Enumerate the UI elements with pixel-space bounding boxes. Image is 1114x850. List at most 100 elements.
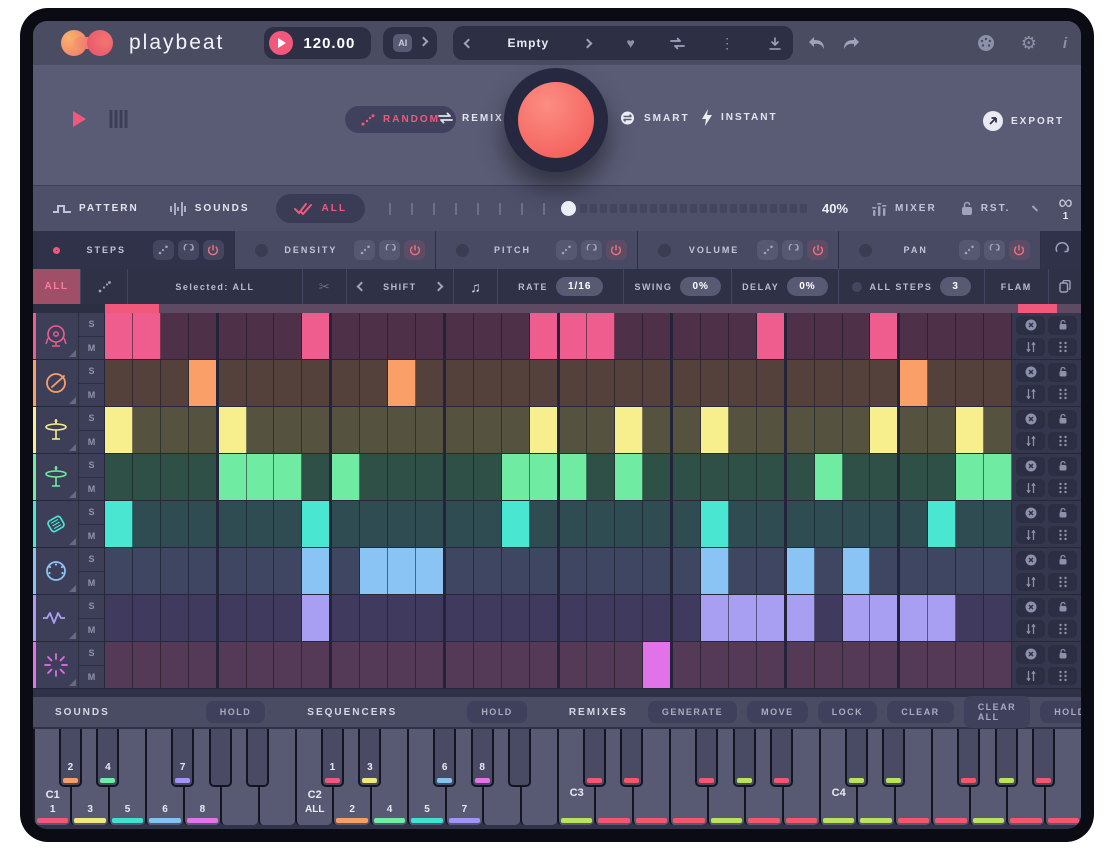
shift-right-icon[interactable]	[433, 282, 443, 292]
step-5-active[interactable]	[219, 454, 247, 500]
swing-value[interactable]: 0%	[680, 277, 720, 296]
step-24[interactable]	[757, 454, 787, 500]
step-29[interactable]	[900, 407, 928, 453]
all-steps-control[interactable]: ALL STEPS 3	[839, 269, 985, 304]
step-15[interactable]	[502, 407, 530, 453]
step-3[interactable]	[161, 313, 189, 359]
tab-refresh-icon[interactable]	[379, 240, 400, 260]
step-32-active[interactable]	[984, 454, 1012, 500]
tab-refresh-icon[interactable]	[178, 240, 199, 260]
track-expand-triangle[interactable]	[69, 397, 76, 404]
step-15[interactable]	[502, 313, 530, 359]
track-clear-button[interactable]	[1016, 363, 1045, 382]
step-16[interactable]	[530, 642, 560, 688]
favorite-heart-icon[interactable]: ♥	[626, 36, 634, 50]
mute-button[interactable]: M	[79, 431, 104, 454]
step-13[interactable]	[446, 595, 474, 641]
tab-randomize-icon[interactable]	[153, 240, 174, 260]
step-27[interactable]	[843, 360, 871, 406]
step-20[interactable]	[643, 407, 673, 453]
step-16[interactable]	[530, 595, 560, 641]
track-options-button[interactable]	[1048, 573, 1077, 592]
step-26[interactable]	[815, 595, 843, 641]
step-4[interactable]	[189, 454, 219, 500]
track-lock-button[interactable]	[1048, 457, 1077, 476]
bpm-value[interactable]: 120.00	[303, 35, 355, 52]
track-expand-triangle[interactable]	[69, 491, 76, 498]
black-key[interactable]: 2	[59, 729, 82, 787]
step-1[interactable]	[105, 548, 133, 594]
step-21[interactable]	[673, 454, 701, 500]
track-options-button[interactable]	[1048, 338, 1077, 357]
step-8[interactable]	[302, 642, 332, 688]
black-key[interactable]: 6	[433, 729, 456, 787]
step-19-active[interactable]	[615, 454, 643, 500]
step-11[interactable]	[388, 313, 416, 359]
track-fader-button[interactable]	[1016, 479, 1045, 498]
step-28-active[interactable]	[870, 595, 900, 641]
tab-volume[interactable]: VOLUME	[638, 231, 839, 269]
step-24-active[interactable]	[757, 313, 787, 359]
mute-button[interactable]: M	[79, 478, 104, 501]
step-19[interactable]	[615, 501, 643, 547]
step-3[interactable]	[161, 360, 189, 406]
step-31[interactable]	[956, 313, 984, 359]
track-button-cymbal[interactable]	[33, 454, 79, 500]
black-key[interactable]: 7	[171, 729, 194, 787]
step-27-active[interactable]	[843, 595, 871, 641]
track-button-wave[interactable]	[33, 595, 79, 641]
tab-pan[interactable]: PAN	[839, 231, 1040, 269]
solo-button[interactable]: S	[79, 407, 104, 431]
step-13[interactable]	[446, 501, 474, 547]
step-16[interactable]	[530, 548, 560, 594]
step-25[interactable]	[787, 501, 815, 547]
track-button-kick[interactable]	[33, 313, 79, 359]
track-expand-triangle[interactable]	[69, 444, 76, 451]
step-5-active[interactable]	[219, 407, 247, 453]
step-10[interactable]	[360, 407, 388, 453]
step-12[interactable]	[416, 595, 446, 641]
track-button-shaker[interactable]	[33, 501, 79, 547]
track-options-button[interactable]	[1048, 385, 1077, 404]
step-4[interactable]	[189, 595, 219, 641]
step-28-active[interactable]	[870, 313, 900, 359]
track-button-snare[interactable]	[33, 360, 79, 406]
step-6[interactable]	[247, 313, 275, 359]
step-21[interactable]	[673, 548, 701, 594]
step-32[interactable]	[984, 595, 1012, 641]
info-icon[interactable]: i	[1063, 35, 1067, 52]
step-32[interactable]	[984, 407, 1012, 453]
step-22[interactable]	[701, 313, 729, 359]
step-1-active[interactable]	[105, 501, 133, 547]
step-27[interactable]	[843, 454, 871, 500]
track-expand-triangle[interactable]	[69, 632, 76, 639]
step-8-active[interactable]	[302, 313, 332, 359]
step-26[interactable]	[815, 360, 843, 406]
step-5[interactable]	[219, 313, 247, 359]
progress-bar[interactable]	[105, 304, 1081, 313]
step-22-active[interactable]	[701, 407, 729, 453]
step-6[interactable]	[247, 360, 275, 406]
step-27-active[interactable]	[843, 548, 871, 594]
step-27[interactable]	[843, 407, 871, 453]
step-20[interactable]	[643, 501, 673, 547]
step-20[interactable]	[643, 454, 673, 500]
step-13[interactable]	[446, 313, 474, 359]
black-key[interactable]: 4	[96, 729, 119, 787]
step-26[interactable]	[815, 642, 843, 688]
step-11-active[interactable]	[388, 548, 416, 594]
step-11-active[interactable]	[388, 360, 416, 406]
black-key[interactable]	[882, 729, 905, 787]
track-button-hihat[interactable]	[33, 407, 79, 453]
step-23[interactable]	[729, 642, 757, 688]
track-fader-button[interactable]	[1016, 338, 1045, 357]
step-25-active[interactable]	[787, 595, 815, 641]
step-5[interactable]	[219, 548, 247, 594]
step-3[interactable]	[161, 454, 189, 500]
step-30[interactable]	[928, 313, 956, 359]
step-8[interactable]	[302, 407, 332, 453]
step-12-active[interactable]	[416, 548, 446, 594]
generate-knob[interactable]	[504, 68, 608, 172]
step-31-active[interactable]	[956, 454, 984, 500]
step-13[interactable]	[446, 454, 474, 500]
